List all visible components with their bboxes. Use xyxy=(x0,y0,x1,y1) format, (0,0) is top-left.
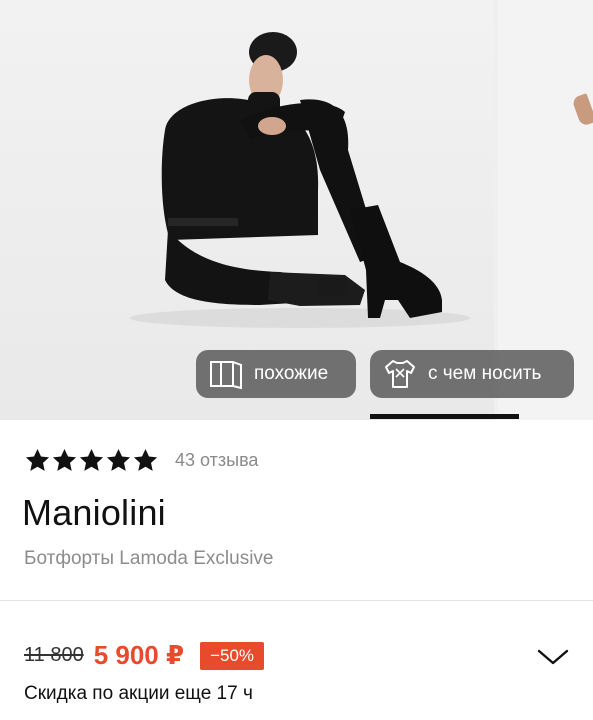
product-brand[interactable]: Maniolini xyxy=(22,492,166,534)
discount-badge: −50% xyxy=(200,641,265,670)
divider xyxy=(0,600,593,601)
similar-items-button[interactable]: похожие xyxy=(196,350,356,398)
star-icon xyxy=(52,449,77,471)
star-icon xyxy=(133,449,158,471)
product-rating[interactable]: 43 отзыва xyxy=(24,447,258,474)
outfit-button[interactable]: с чем носить xyxy=(370,350,574,398)
outfit-label: с чем носить xyxy=(428,363,542,384)
chevron-down-icon[interactable] xyxy=(536,646,570,668)
price-row: 11 800 5 900 ₽ −50% xyxy=(24,640,265,671)
gallery-page-indicator xyxy=(370,414,519,419)
product-image-gallery[interactable]: похожие с чем носить xyxy=(0,0,593,420)
current-price: 5 900 ₽ xyxy=(93,640,185,670)
star-icon xyxy=(25,449,50,471)
old-price: 11 800 xyxy=(24,644,84,666)
promo-countdown: Скидка по акции еще 17 ч xyxy=(24,683,253,704)
reviews-count-link[interactable]: 43 отзыва xyxy=(175,450,258,471)
similar-items-icon xyxy=(208,357,244,391)
similar-items-label: похожие xyxy=(254,363,329,384)
next-photo-preview xyxy=(571,93,593,127)
rating-stars xyxy=(24,447,159,474)
outfit-shirt-icon xyxy=(382,357,418,391)
product-subtitle: Ботфорты Lamoda Exclusive xyxy=(24,548,274,569)
star-icon xyxy=(79,449,104,471)
star-icon xyxy=(106,449,131,471)
